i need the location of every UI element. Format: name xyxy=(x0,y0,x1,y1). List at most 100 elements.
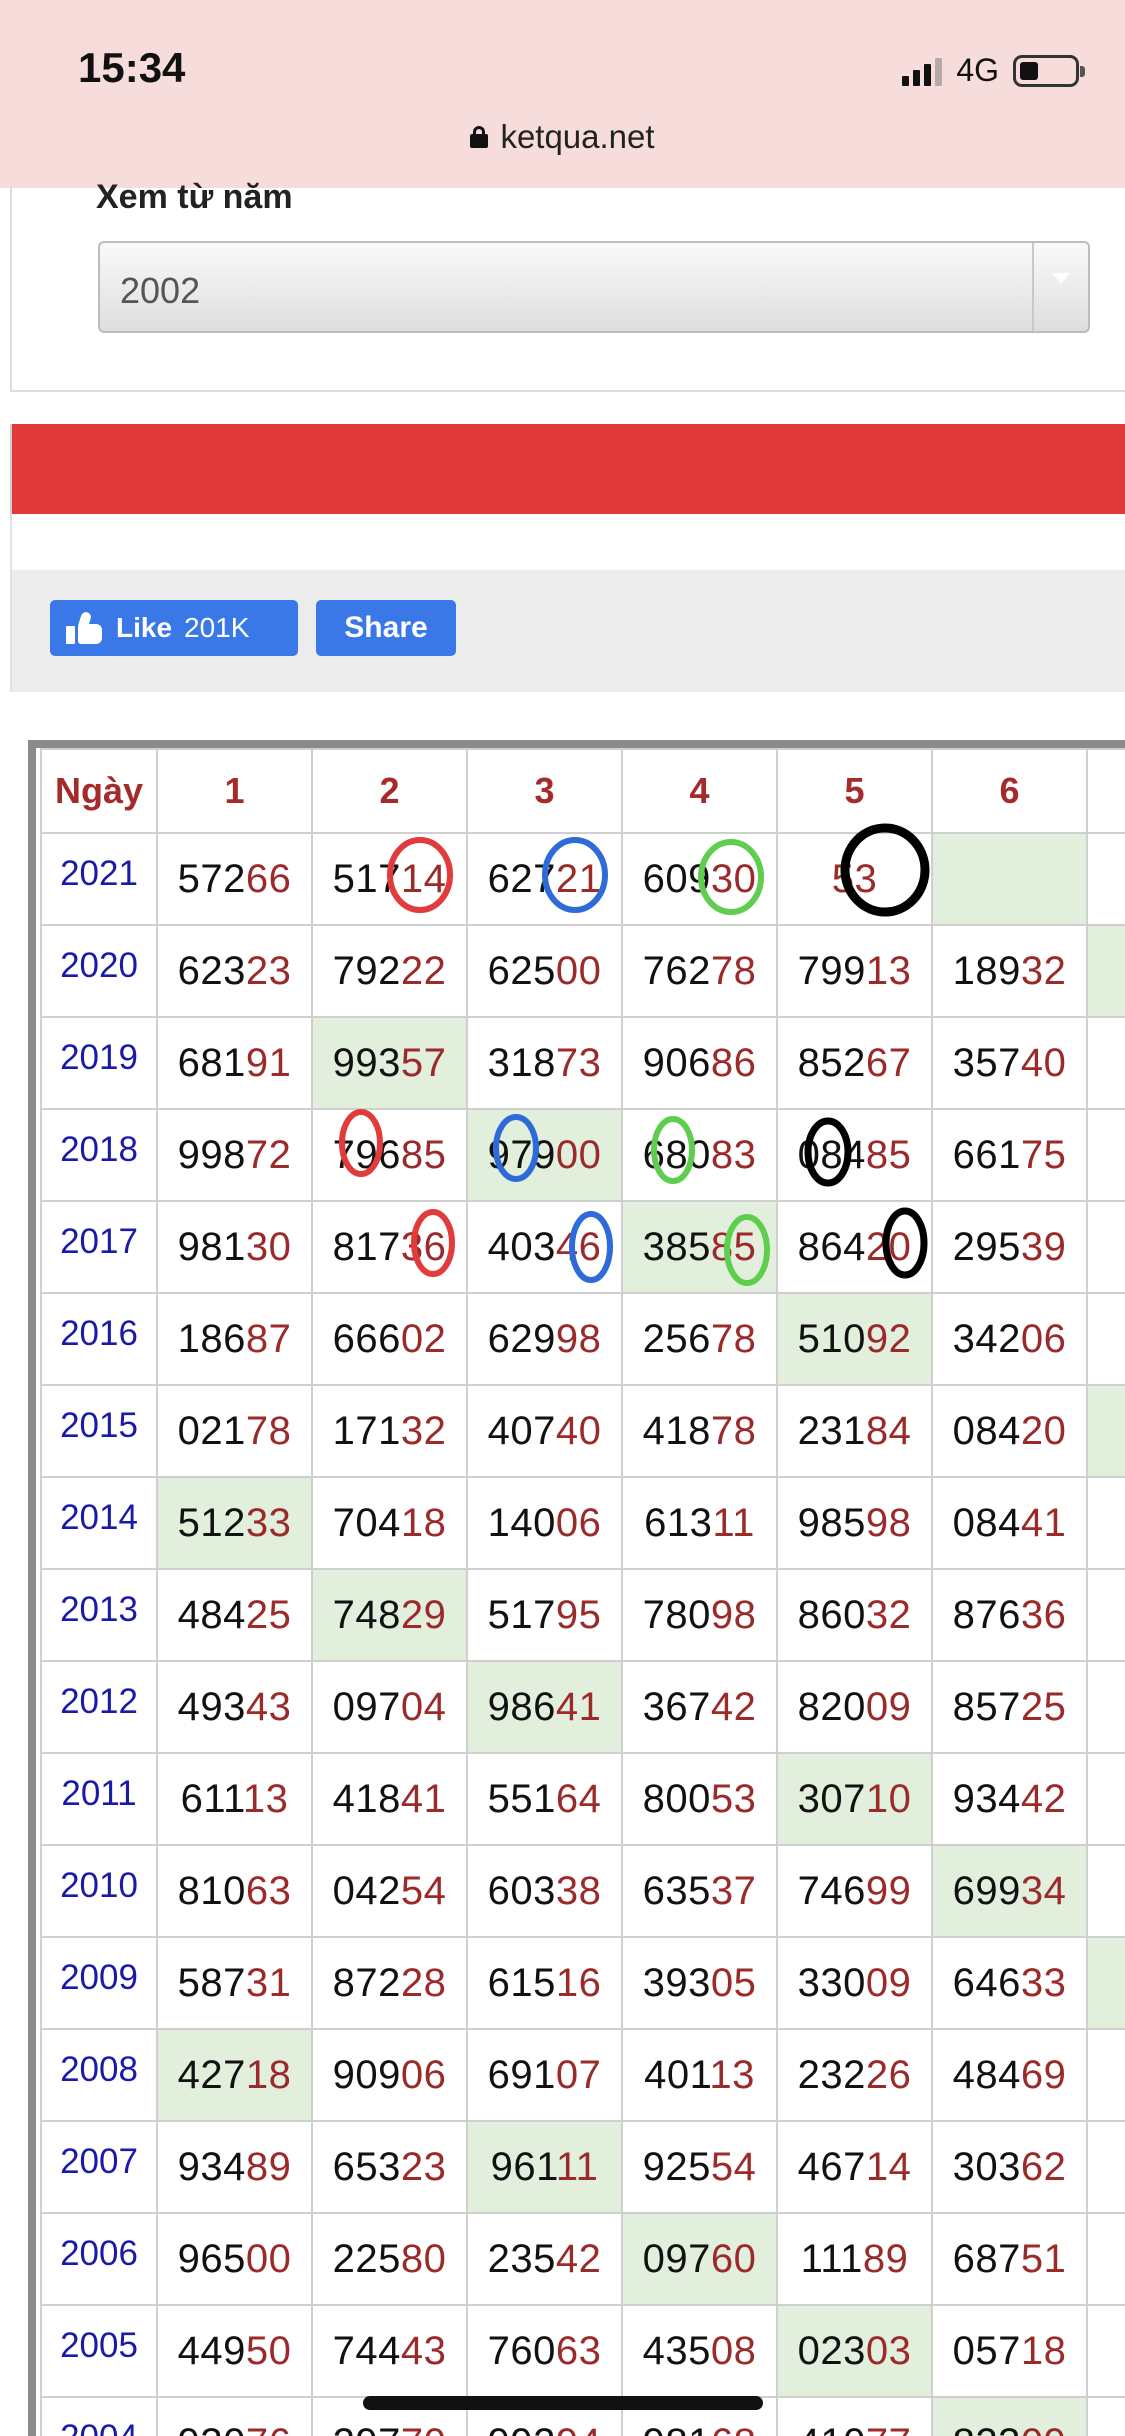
result-cell: 17132 xyxy=(311,1384,468,1478)
result-cell: 4 xyxy=(1086,1476,1125,1570)
result-tail-digits: 33 xyxy=(245,1500,292,1545)
result-head-digits: 484 xyxy=(177,1592,246,1637)
result-cell: 55164 xyxy=(466,1752,623,1846)
result-cell: 76278 xyxy=(621,924,778,1018)
url-bar[interactable]: ketqua.net xyxy=(0,118,1125,156)
result-head-digits: 817 xyxy=(332,1224,401,1269)
result-cell: 81063 xyxy=(156,1844,313,1938)
result-head-digits: 681 xyxy=(177,1040,246,1085)
result-head-digits: 603 xyxy=(487,1868,556,1913)
result-tail-digits: 43 xyxy=(245,1684,292,1729)
result-cell: 34206 xyxy=(931,1292,1088,1386)
row-year-link[interactable]: 2005 xyxy=(40,2304,158,2398)
row-year-link[interactable]: 2010 xyxy=(40,1844,158,1938)
table-row: 20069650022580235420976011189687510 xyxy=(40,2212,1125,2306)
result-tail-digits: 11 xyxy=(555,2144,599,2189)
year-select-arrow[interactable] xyxy=(1032,243,1088,331)
result-cell: 93076 xyxy=(156,2396,313,2436)
result-cell: 61516 xyxy=(466,1936,623,2030)
row-year-link[interactable]: 2008 xyxy=(40,2028,158,2122)
row-year-link[interactable]: 2004 xyxy=(40,2396,158,2436)
result-cell: 33009 xyxy=(776,1936,933,2030)
result-head-digits: 820 xyxy=(797,1684,866,1729)
result-head-digits: 635 xyxy=(642,1868,711,1913)
result-head-digits: 965 xyxy=(177,2236,246,2281)
row-year-link[interactable]: 2011 xyxy=(40,1752,158,1846)
result-tail-digits: 80 xyxy=(400,2236,447,2281)
result-cell: 66602 xyxy=(311,1292,468,1386)
result-tail-digits: 78 xyxy=(710,948,757,993)
result-head-digits: 297 xyxy=(333,2421,401,2436)
result-tail-digits: 42 xyxy=(555,2236,602,2281)
row-year-link[interactable]: 2009 xyxy=(40,1936,158,2030)
row-year-link[interactable]: 2006 xyxy=(40,2212,158,2306)
result-cell: 62323 xyxy=(156,924,313,1018)
row-year-link[interactable]: 2018 xyxy=(40,1108,158,1202)
result-tail-digits: 40 xyxy=(1020,1040,1067,1085)
result-tail-digits: 69 xyxy=(1020,2052,1067,2097)
row-year-link[interactable]: 2021 xyxy=(40,832,158,926)
result-tail-digits: 92 xyxy=(865,1316,912,1361)
result-head-digits: 318 xyxy=(487,1040,556,1085)
header-col-2: 2 xyxy=(311,748,468,834)
result-head-digits: 653 xyxy=(332,2144,401,2189)
result-cell xyxy=(1086,832,1125,926)
result-head-digits: 872 xyxy=(332,1960,401,2005)
result-cell: 82309 xyxy=(931,2396,1088,2436)
result-tail-digits: 87 xyxy=(245,1316,292,1361)
row-year-link[interactable]: 2020 xyxy=(40,924,158,1018)
result-cell: 0 xyxy=(1086,1660,1125,1754)
result-cell: 66175 xyxy=(931,1108,1088,1202)
signal-icon xyxy=(902,56,943,86)
result-tail-digits: 13 xyxy=(709,2052,755,2097)
result-cell: 57266 xyxy=(156,832,313,926)
result-tail-digits: 09 xyxy=(865,1960,912,2005)
row-year-link[interactable]: 2019 xyxy=(40,1016,158,1110)
result-head-digits: 961 xyxy=(490,2144,556,2189)
section-banner xyxy=(10,424,1125,514)
row-year-link[interactable]: 2013 xyxy=(40,1568,158,1662)
result-tail-digits: 51 xyxy=(1020,2236,1067,2281)
result-cell: 86032 xyxy=(776,1568,933,1662)
row-year-link[interactable]: 2015 xyxy=(40,1384,158,1478)
result-head-digits: 235 xyxy=(487,2236,556,2281)
result-tail-digits: 98 xyxy=(710,1592,757,1637)
result-tail-digits: 72 xyxy=(245,1132,292,1177)
url-text[interactable]: ketqua.net xyxy=(500,118,654,156)
row-year-link[interactable]: 2014 xyxy=(40,1476,158,1570)
result-head-digits: 627 xyxy=(487,856,556,901)
result-head-digits: 111 xyxy=(800,2236,863,2281)
result-cell: 48425 xyxy=(156,1568,313,1662)
result-head-digits: 418 xyxy=(642,1408,711,1453)
result-tail-digits: 22 xyxy=(400,948,447,993)
result-cell: 51092 xyxy=(776,1292,933,1386)
like-button[interactable]: Like 201K xyxy=(50,600,298,656)
result-tail-digits: 41 xyxy=(555,1684,602,1729)
result-head-digits: 140 xyxy=(487,1500,556,1545)
result-cell: 02303 xyxy=(776,2304,933,2398)
result-head-digits: 427 xyxy=(177,2052,246,2097)
result-tail-digits: 63 xyxy=(245,1868,292,1913)
result-cell: 08441 xyxy=(931,1476,1088,1570)
result-cell: 68083 xyxy=(621,1108,778,1202)
result-cell: 4 xyxy=(1086,1108,1125,1202)
row-year-link[interactable]: 2016 xyxy=(40,1292,158,1386)
year-select[interactable]: 2002 xyxy=(98,241,1090,333)
result-tail-digits: 85 xyxy=(865,1132,912,1177)
table-row: 20150217817132407404187823184084205 xyxy=(40,1384,1125,1478)
table-row: 20206232379222625007627879913189328 xyxy=(40,924,1125,1018)
result-tail-digits: 32 xyxy=(400,1408,447,1453)
result-head-digits: 401 xyxy=(644,2052,710,2097)
result-head-digits: 393 xyxy=(642,1960,711,2005)
result-cell: 64633 xyxy=(931,1936,1088,2030)
row-year-link[interactable]: 2017 xyxy=(40,1200,158,1294)
result-tail-digits: 33 xyxy=(1020,1960,1067,2005)
row-year-link[interactable]: 2012 xyxy=(40,1660,158,1754)
row-year-link[interactable]: 2007 xyxy=(40,2120,158,2214)
result-head-digits: 934 xyxy=(177,2144,246,2189)
result-tail-digits: 30 xyxy=(245,1224,292,1269)
result-cell: 69934 xyxy=(931,1844,1088,1938)
result-tail-digits: 40 xyxy=(555,1408,602,1453)
share-button[interactable]: Share xyxy=(316,600,456,656)
result-cell: 74829 xyxy=(311,1568,468,1662)
